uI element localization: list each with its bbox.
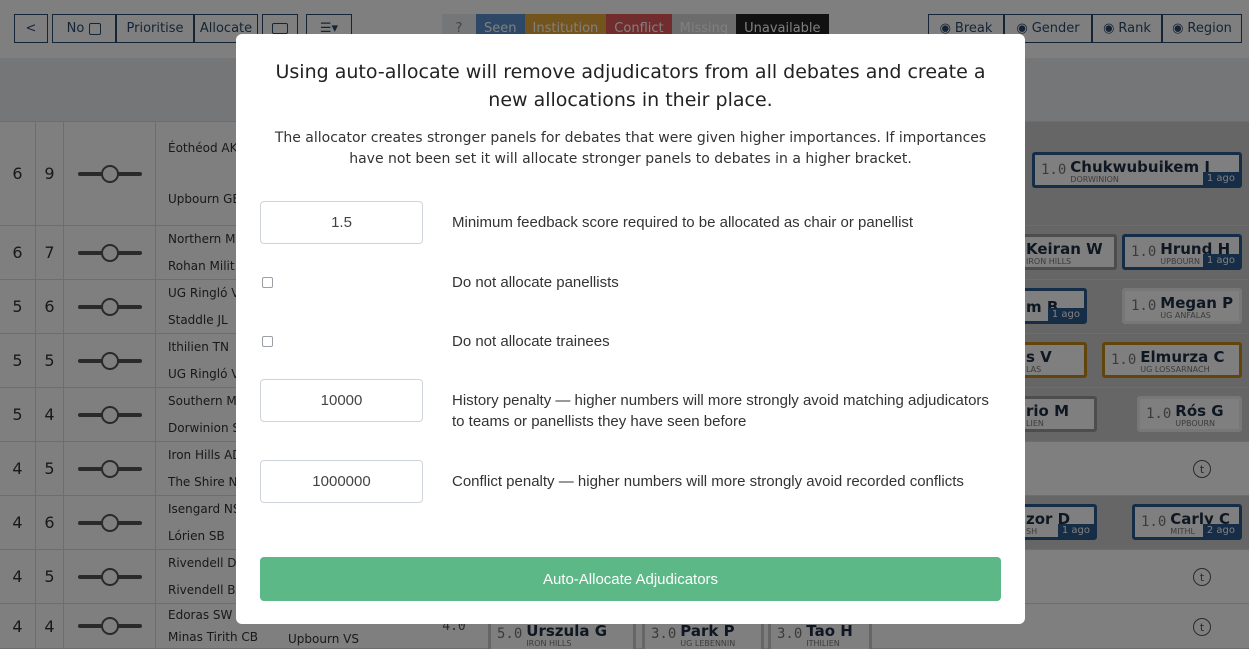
history-penalty-label: History penalty — higher numbers will mo… — [452, 392, 989, 430]
no-panellists-label: Do not allocate panellists — [452, 274, 619, 291]
no-panellists-checkbox[interactable] — [262, 277, 273, 288]
min-feedback-input[interactable] — [260, 201, 423, 244]
auto-allocate-modal: Using auto-allocate will remove adjudica… — [236, 34, 1025, 624]
conflict-penalty-input[interactable] — [260, 460, 423, 503]
no-trainees-label: Do not allocate trainees — [452, 333, 610, 350]
auto-allocate-button[interactable]: Auto-Allocate Adjudicators — [260, 557, 1001, 601]
history-penalty-input[interactable] — [260, 379, 423, 422]
min-feedback-label: Minimum feedback score required to be al… — [452, 214, 914, 231]
no-trainees-checkbox[interactable] — [262, 336, 273, 347]
modal-title: Using auto-allocate will remove adjudica… — [275, 61, 986, 111]
modal-description: The allocator creates stronger panels fo… — [274, 130, 987, 167]
conflict-penalty-label: Conflict penalty — higher numbers will m… — [452, 473, 964, 490]
